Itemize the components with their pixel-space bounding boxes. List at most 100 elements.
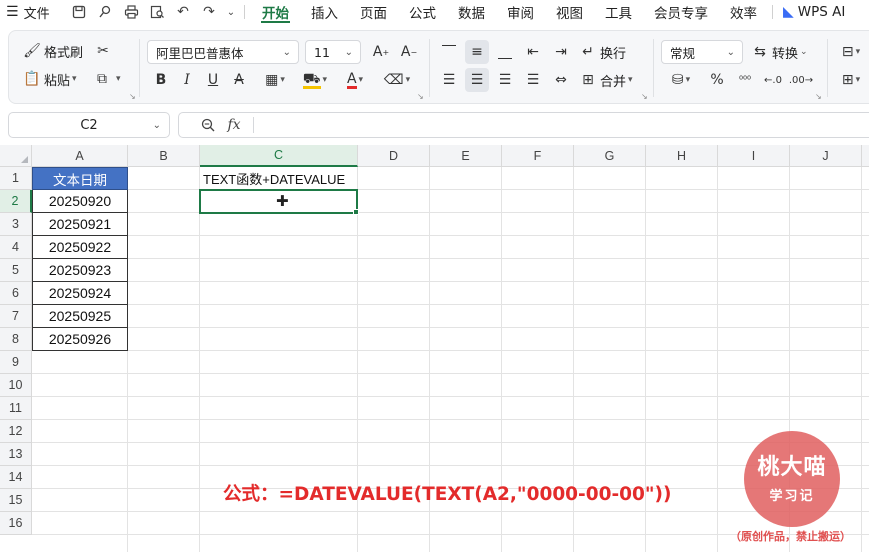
align-top-icon[interactable]: ⎺ bbox=[437, 40, 461, 64]
row-header-2[interactable]: 2 bbox=[0, 190, 32, 213]
border-icon[interactable]: ▦ ▾ bbox=[259, 68, 291, 92]
bold-icon[interactable]: B bbox=[149, 68, 173, 92]
fill-handle[interactable] bbox=[353, 209, 359, 215]
strikethrough-icon[interactable]: A bbox=[227, 68, 251, 92]
cell-c1[interactable]: TEXT函数+DATEVALUE bbox=[200, 167, 358, 190]
name-box[interactable]: C2 ⌄ bbox=[8, 112, 170, 138]
more-icon[interactable]: ⌄ bbox=[222, 0, 240, 24]
font-name-select[interactable]: 阿里巴巴普惠体 ⌄ bbox=[147, 40, 299, 64]
decrease-decimal-icon[interactable]: .00→ bbox=[789, 68, 813, 92]
column-header-b[interactable]: B bbox=[128, 145, 200, 167]
dialog-launcher-icon[interactable]: ↘ bbox=[129, 92, 136, 101]
cell-a6[interactable]: 20250924 bbox=[32, 282, 128, 305]
row-header-10[interactable]: 10 bbox=[0, 374, 32, 397]
number-format-select[interactable]: 常规 ⌄ bbox=[661, 40, 743, 64]
insert-function-button[interactable]: fx bbox=[221, 113, 247, 137]
save-icon[interactable] bbox=[66, 0, 92, 24]
tab-member[interactable]: 会员专享 bbox=[643, 0, 719, 24]
font-color-icon[interactable]: A ▾ bbox=[339, 68, 371, 92]
align-left-icon[interactable]: ☰ bbox=[437, 68, 461, 92]
cell-a4[interactable]: 20250922 bbox=[32, 236, 128, 259]
column-header-j[interactable]: J bbox=[790, 145, 862, 167]
increase-decimal-icon[interactable]: ←.0 bbox=[761, 68, 785, 92]
cell-a7[interactable]: 20250925 bbox=[32, 305, 128, 328]
merge-button[interactable]: ⊞ 合并 ▾ bbox=[579, 68, 632, 92]
fill-color-icon[interactable]: ⛟ ▾ bbox=[299, 68, 331, 92]
cell-a1[interactable]: 文本日期 bbox=[32, 167, 128, 190]
export-icon[interactable] bbox=[92, 0, 118, 24]
column-header-e[interactable]: E bbox=[430, 145, 502, 167]
tab-page[interactable]: 页面 bbox=[349, 0, 398, 24]
align-center-icon[interactable]: ☰ bbox=[465, 68, 489, 92]
decrease-font-icon[interactable]: A − bbox=[397, 40, 421, 64]
percent-button[interactable]: % bbox=[705, 68, 729, 92]
dialog-launcher-icon[interactable]: ↘ bbox=[815, 92, 822, 101]
cell-a3[interactable]: 20250921 bbox=[32, 213, 128, 236]
tab-insert[interactable]: 插入 bbox=[300, 0, 349, 24]
tab-wps-ai[interactable]: ◣ WPS AI bbox=[777, 0, 856, 24]
tab-tools[interactable]: 工具 bbox=[594, 0, 643, 24]
row-header-14[interactable]: 14 bbox=[0, 466, 32, 489]
currency-icon[interactable]: ⛁ ▾ bbox=[665, 68, 697, 92]
format-painter-button[interactable]: 🖌 格式刷 bbox=[23, 39, 83, 63]
column-header-c[interactable]: C bbox=[200, 145, 358, 167]
tab-review[interactable]: 审阅 bbox=[496, 0, 545, 24]
paste-button[interactable]: 📋 粘贴 ▾ bbox=[23, 67, 76, 91]
cut-icon[interactable]: ✂ bbox=[91, 39, 115, 63]
row-header-4[interactable]: 4 bbox=[0, 236, 32, 259]
increase-indent-icon[interactable]: ⇥ bbox=[549, 40, 573, 64]
decrease-indent-icon[interactable]: ⇤ bbox=[521, 40, 545, 64]
select-all-button[interactable] bbox=[0, 145, 32, 167]
wrap-text-button[interactable]: ↵ 换行 bbox=[579, 40, 626, 64]
cell-a2[interactable]: 20250920 bbox=[32, 190, 128, 213]
clear-format-icon[interactable]: ⌫ ▾ bbox=[381, 68, 413, 92]
cell-a5[interactable]: 20250923 bbox=[32, 259, 128, 282]
convert-button[interactable]: ⇆ 转换 ⌄ bbox=[751, 40, 807, 64]
column-header-f[interactable]: F bbox=[502, 145, 574, 167]
row-header-12[interactable]: 12 bbox=[0, 420, 32, 443]
cell-a8[interactable]: 20250926 bbox=[32, 328, 128, 351]
italic-icon[interactable]: I bbox=[175, 68, 199, 92]
row-header-3[interactable]: 3 bbox=[0, 213, 32, 236]
column-header-d[interactable]: D bbox=[358, 145, 430, 167]
print-preview-icon[interactable] bbox=[144, 0, 170, 24]
zoom-icon[interactable] bbox=[195, 113, 221, 137]
row-header-9[interactable]: 9 bbox=[0, 351, 32, 374]
dialog-launcher-icon[interactable]: ↘ bbox=[417, 92, 424, 101]
tab-efficiency[interactable]: 效率 bbox=[719, 0, 768, 24]
align-right-icon[interactable]: ☰ bbox=[493, 68, 517, 92]
copy-button[interactable]: ⧉ ▾ bbox=[93, 67, 121, 91]
increase-font-icon[interactable]: A + bbox=[369, 40, 393, 64]
tab-formula[interactable]: 公式 bbox=[398, 0, 447, 24]
column-header-h[interactable]: H bbox=[646, 145, 718, 167]
row-header-8[interactable]: 8 bbox=[0, 328, 32, 351]
print-icon[interactable] bbox=[118, 0, 144, 24]
dialog-launcher-icon[interactable]: ↘ bbox=[641, 92, 648, 101]
justify-icon[interactable]: ☰ bbox=[521, 68, 545, 92]
font-size-select[interactable]: 11 ⌄ bbox=[305, 40, 361, 64]
distribute-icon[interactable]: ⇔ bbox=[549, 68, 573, 92]
tab-home[interactable]: 开始 bbox=[251, 0, 300, 24]
underline-icon[interactable]: U bbox=[201, 68, 225, 92]
column-header-g[interactable]: G bbox=[574, 145, 646, 167]
row-header-1[interactable]: 1 bbox=[0, 167, 32, 190]
tab-view[interactable]: 视图 bbox=[545, 0, 594, 24]
row-header-16[interactable]: 16 bbox=[0, 512, 32, 535]
column-header-a[interactable]: A bbox=[32, 145, 128, 167]
column-header-i[interactable]: I bbox=[718, 145, 790, 167]
row-header-13[interactable]: 13 bbox=[0, 443, 32, 466]
table-style-icon[interactable]: ⊞ ▾ bbox=[835, 68, 867, 92]
row-header-7[interactable]: 7 bbox=[0, 305, 32, 328]
formula-input[interactable] bbox=[254, 113, 869, 137]
conditional-format-icon[interactable]: ⊟ ▾ bbox=[835, 40, 867, 64]
file-menu[interactable]: ☰ 文件 bbox=[0, 0, 66, 24]
column-header-k[interactable] bbox=[862, 145, 869, 167]
undo-icon[interactable]: ↶ bbox=[170, 0, 196, 24]
row-header-15[interactable]: 15 bbox=[0, 489, 32, 512]
tab-data[interactable]: 数据 bbox=[447, 0, 496, 24]
thousands-separator-icon[interactable]: ⁰⁰⁰ bbox=[733, 68, 757, 92]
align-bottom-icon[interactable]: ⎽ bbox=[493, 40, 517, 64]
row-header-5[interactable]: 5 bbox=[0, 259, 32, 282]
redo-icon[interactable]: ↷ bbox=[196, 0, 222, 24]
row-header-11[interactable]: 11 bbox=[0, 397, 32, 420]
